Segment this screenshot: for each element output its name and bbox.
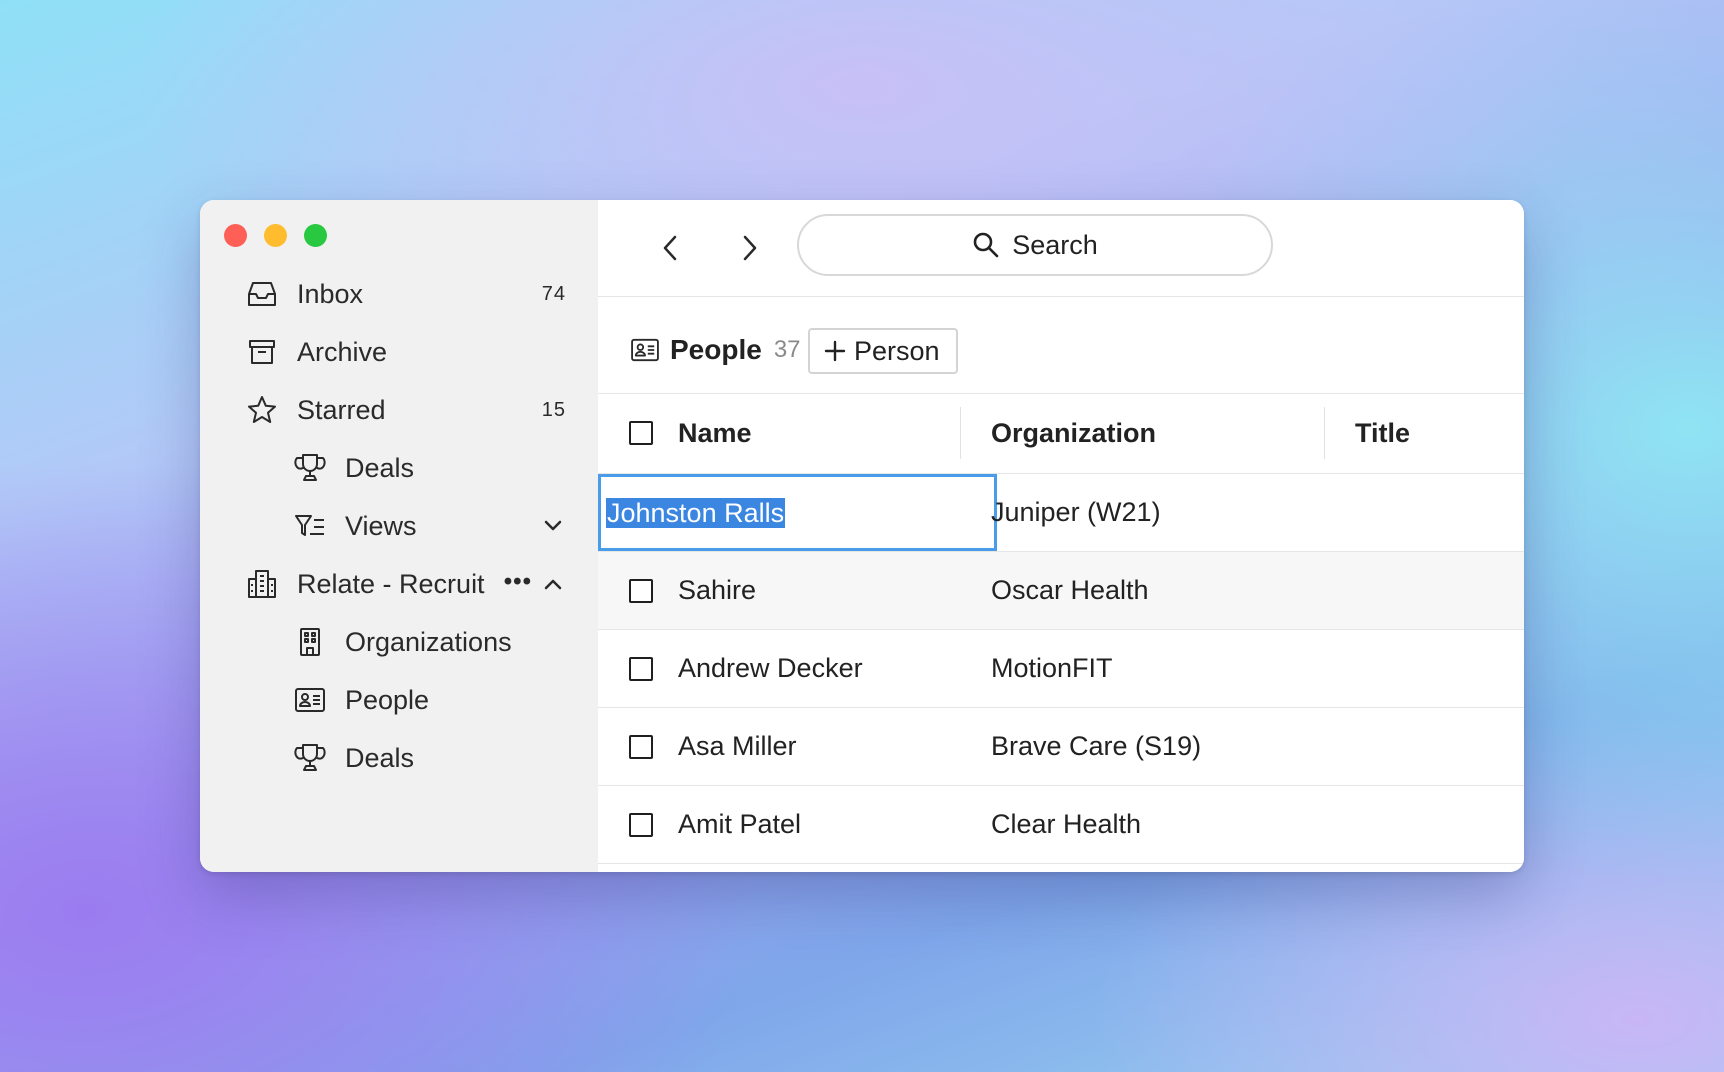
star-icon	[246, 394, 278, 426]
search-bar[interactable]: Search	[797, 214, 1273, 276]
people-header: People 37 Person	[598, 296, 1524, 394]
sidebar-item-label: Organizations	[345, 626, 512, 657]
organization-cell[interactable]: Oscar Health	[991, 552, 1149, 629]
people-table: Name Organization Title Johnston Ralls J…	[598, 393, 1524, 864]
sidebar-item-starred[interactable]: Starred 15	[200, 378, 598, 442]
sidebar-item-label: People	[345, 684, 430, 715]
add-person-label: Person	[854, 335, 940, 366]
table-row[interactable]: Johnston Ralls Juniper (W21)	[598, 474, 1524, 552]
column-divider[interactable]	[1324, 407, 1325, 459]
sidebar-item-deals[interactable]: Deals	[200, 436, 598, 500]
zoom-window-button[interactable]	[304, 224, 327, 247]
row-checkbox[interactable]	[629, 735, 653, 759]
search-icon	[972, 231, 1000, 259]
more-options-icon[interactable]: •••	[504, 570, 532, 594]
name-cell[interactable]: Andrew Decker	[678, 630, 863, 707]
sidebar-item-label: Archive	[297, 336, 388, 367]
sidebar-item-label: Deals	[345, 452, 415, 483]
table-header: Name Organization Title	[598, 393, 1524, 474]
trophy-icon	[294, 452, 326, 484]
sidebar-item-deals-2[interactable]: Deals	[200, 726, 598, 790]
sidebar-item-label: Views	[345, 510, 417, 541]
inbox-icon	[246, 278, 278, 310]
starred-count-badge: 15	[541, 398, 566, 421]
filter-list-icon	[294, 510, 326, 542]
table-row[interactable]: Sahire Oscar Health	[598, 552, 1524, 630]
office-building-icon	[294, 626, 326, 658]
organization-cell[interactable]: Brave Care (S19)	[991, 708, 1201, 785]
chevron-left-icon	[663, 235, 677, 261]
chevron-down-icon[interactable]	[542, 515, 564, 537]
contact-card-icon	[630, 338, 660, 362]
plus-icon	[824, 340, 846, 362]
organization-cell[interactable]: Juniper (W21)	[991, 474, 1161, 551]
table-row[interactable]: Asa Miller Brave Care (S19)	[598, 708, 1524, 786]
name-cell-editor[interactable]: Johnston Ralls	[598, 474, 997, 551]
column-header-organization[interactable]: Organization	[991, 393, 1156, 473]
sidebar-item-label: Inbox	[297, 278, 364, 309]
page-title: People 37	[630, 334, 801, 366]
sidebar-item-people[interactable]: People	[200, 668, 598, 732]
main-content: Search People 37 Person Name Organizatio…	[598, 200, 1524, 872]
search-label: Search	[1012, 229, 1098, 260]
add-person-button[interactable]: Person	[808, 328, 958, 374]
app-window: Inbox 74 Archive Starred 15 Deals Views …	[200, 200, 1524, 872]
minimize-window-button[interactable]	[264, 224, 287, 247]
close-window-button[interactable]	[224, 224, 247, 247]
sidebar-item-inbox[interactable]: Inbox 74	[200, 262, 598, 326]
archive-icon	[246, 336, 278, 368]
back-button[interactable]	[650, 228, 690, 268]
traffic-lights	[224, 224, 327, 247]
people-count: 37	[773, 336, 801, 363]
row-checkbox[interactable]	[629, 579, 653, 603]
name-cell[interactable]: Sahire	[678, 552, 756, 629]
name-cell[interactable]: Asa Miller	[678, 708, 797, 785]
name-cell[interactable]: Amit Patel	[678, 786, 801, 863]
chevron-right-icon	[743, 235, 757, 261]
table-row[interactable]: Andrew Decker MotionFIT	[598, 630, 1524, 708]
sidebar: Inbox 74 Archive Starred 15 Deals Views …	[200, 200, 598, 872]
people-title-label: People	[670, 334, 762, 365]
building-icon	[246, 568, 278, 600]
toolbar: Search	[598, 200, 1524, 297]
organization-cell[interactable]: Clear Health	[991, 786, 1141, 863]
trophy-icon	[294, 742, 326, 774]
chevron-up-icon[interactable]	[542, 573, 564, 595]
row-checkbox[interactable]	[629, 813, 653, 837]
forward-button[interactable]	[730, 228, 770, 268]
organization-cell[interactable]: MotionFIT	[991, 630, 1113, 707]
column-header-name[interactable]: Name	[678, 393, 752, 473]
row-checkbox[interactable]	[629, 657, 653, 681]
sidebar-item-archive[interactable]: Archive	[200, 320, 598, 384]
table-row[interactable]: Amit Patel Clear Health	[598, 786, 1524, 864]
column-header-title[interactable]: Title	[1355, 393, 1410, 473]
sidebar-item-relate-recruit[interactable]: Relate - Recruit •••	[200, 552, 598, 616]
selected-text[interactable]: Johnston Ralls	[606, 497, 786, 528]
sidebar-item-organizations[interactable]: Organizations	[200, 610, 598, 674]
contact-card-icon	[294, 684, 326, 716]
select-all-checkbox[interactable]	[629, 421, 653, 445]
sidebar-item-label: Relate - Recruit	[297, 568, 485, 599]
sidebar-item-views[interactable]: Views	[200, 494, 598, 558]
column-divider[interactable]	[960, 407, 961, 459]
sidebar-item-label: Deals	[345, 742, 415, 773]
sidebar-item-label: Starred	[297, 394, 386, 425]
inbox-count-badge: 74	[541, 282, 566, 305]
